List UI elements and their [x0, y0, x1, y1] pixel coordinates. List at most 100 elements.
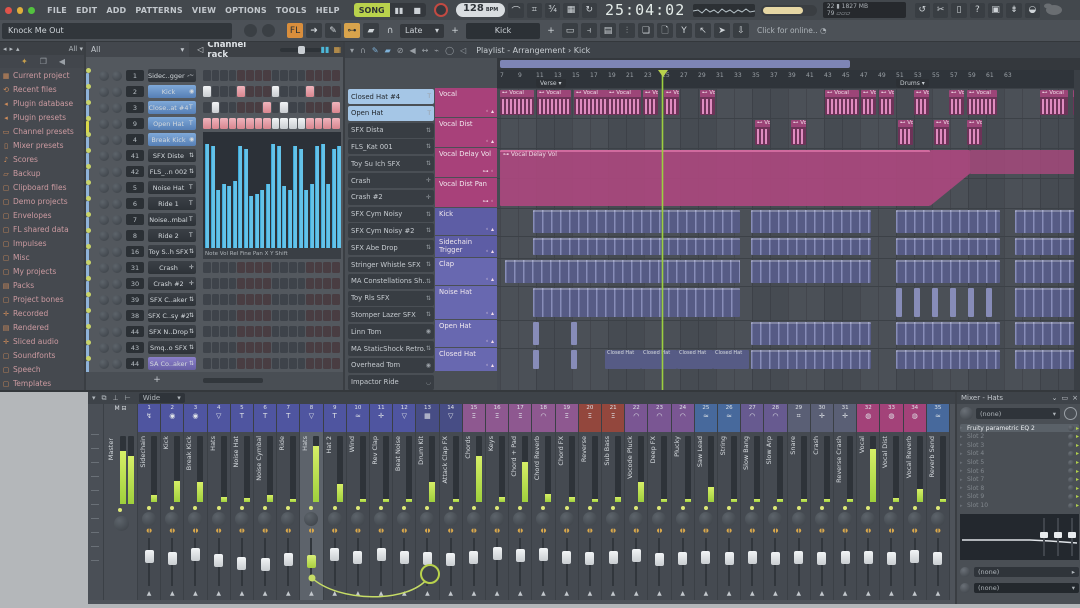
step-cell[interactable] [332, 310, 340, 321]
step-cell[interactable] [280, 278, 288, 289]
mixer-strip-ride[interactable]: 7TRide◖◗▲ [277, 404, 300, 600]
strip-knob[interactable] [351, 512, 365, 526]
volume-knob[interactable] [112, 199, 122, 209]
strip-led[interactable] [263, 506, 267, 510]
channel-button-break-kick[interactable]: Break Kick◉ [148, 133, 196, 146]
pointer-icon[interactable]: ➜ [306, 23, 322, 38]
strip-knob[interactable] [745, 512, 759, 526]
fader-handle[interactable] [446, 553, 455, 566]
track-header-vocal-dist-pan[interactable]: Vocal Dist Pan⊶ ◦ [435, 178, 497, 207]
pattern-clip[interactable] [533, 322, 539, 345]
stereo-sep-icon[interactable]: ◖◗ [579, 528, 601, 534]
slot-enable-icon[interactable]: ▸ [1076, 425, 1079, 432]
step-cell[interactable] [237, 70, 245, 81]
slot-knob[interactable] [1068, 425, 1074, 431]
strip-header[interactable]: 29⌗ [788, 404, 810, 432]
browser-item-plugin-database[interactable]: ◂Plugin database [2, 97, 82, 110]
channel-number[interactable]: 31 [126, 262, 144, 273]
fader-handle[interactable] [539, 548, 548, 561]
step-cell[interactable] [237, 86, 245, 97]
piano-roll-icon[interactable]: ⫞ [581, 23, 597, 38]
performance-icon[interactable]: ➤ [714, 23, 730, 38]
mixer-strip-vocode-pluck[interactable]: 22◠Vocode Pluck◖◗▲ [625, 404, 648, 600]
step-cell[interactable] [323, 294, 331, 305]
snap-toggle-icon[interactable]: ∩ [382, 23, 398, 38]
route-arrow-icon[interactable]: ▲ [672, 590, 694, 597]
mixer-strip-drum-kit[interactable]: 13▦Drum Kit◖◗▲ [416, 404, 439, 600]
fx-slot-2[interactable]: ▸Slot 2▸ [960, 433, 1079, 441]
slot-enable-icon[interactable]: ▸ [1076, 450, 1079, 457]
fx-detach-icon[interactable]: ▭ [1062, 394, 1069, 402]
browser-item-backup[interactable]: ▱Backup [2, 167, 82, 180]
mixer-strip-string[interactable]: 26≈String◖◗▲ [718, 404, 741, 600]
fx-slot-5[interactable]: ▸Slot 5▸ [960, 458, 1079, 466]
graph-target-labels[interactable]: Note Vol Rel Fine Pan X Y Shift [203, 248, 341, 259]
step-cell[interactable] [315, 310, 323, 321]
stereo-sep-icon[interactable]: ◖◗ [440, 528, 462, 534]
mixer-strip-sidechain[interactable]: 1↯Sidechain◖◗▲ [138, 404, 161, 600]
menu-file[interactable]: FILE [47, 6, 67, 15]
step-cell[interactable] [306, 102, 314, 113]
channel-number[interactable]: 30 [126, 278, 144, 289]
route-arrow-icon[interactable]: ▲ [741, 590, 763, 597]
fader-handle[interactable] [933, 552, 942, 565]
strip-led[interactable] [217, 506, 221, 510]
stereo-sep-icon[interactable]: ◖◗ [161, 528, 183, 534]
mixer-strip-vocal-reverb[interactable]: 34◍Vocal Reverb◖◗▲ [904, 404, 927, 600]
browser-item-sliced-audio[interactable]: ✛Sliced audio [2, 335, 82, 348]
picker-item-toy-su-ich-sfx[interactable]: Toy Su Ich SFX⇅ [348, 156, 434, 171]
strip-header[interactable]: 26≈ [718, 404, 740, 432]
mixer-menu-icon[interactable]: ▾ [92, 394, 96, 402]
channel-button-smq-o-sfx[interactable]: Smq..o SFX⇅ [148, 341, 196, 354]
velocity-bar[interactable] [299, 149, 303, 259]
mixer-strip-reverb-send[interactable]: 35≈Reverb Send◖◗▲ [927, 404, 950, 600]
strip-header[interactable]: 11✛ [370, 404, 392, 432]
fader-handle[interactable] [632, 549, 641, 562]
step-cell[interactable] [246, 358, 254, 369]
track-widget-icon[interactable]: ◦ ▴ [486, 226, 494, 233]
mixer-strip-kick[interactable]: 2◉Kick◖◗▲ [161, 404, 184, 600]
fader-handle[interactable] [168, 552, 177, 565]
mixer-strip-hats[interactable]: 4▽Hats◖◗▲ [208, 404, 231, 600]
rack-speaker-icon[interactable]: ◁ [197, 45, 203, 54]
audio-clip[interactable]: ⊷ Vocal [500, 90, 534, 115]
browser-item-recorded[interactable]: ✛Recorded [2, 307, 82, 320]
mixer-strip-noise-hat[interactable]: 5TNoise Hat◖◗▲ [231, 404, 254, 600]
channel-button-sfx-n-drop[interactable]: SFX N..Drop⇅ [148, 325, 196, 338]
step-cell[interactable] [203, 102, 211, 113]
rack-keys-toggle-icon[interactable]: ▦ [333, 45, 341, 54]
strip-led[interactable] [936, 506, 940, 510]
step-cell[interactable] [272, 294, 280, 305]
stereo-sep-icon[interactable]: ◖◗ [672, 528, 694, 534]
step-cell[interactable] [272, 278, 280, 289]
step-cell[interactable] [203, 342, 211, 353]
channel-button-toy-s-h-sfx[interactable]: Toy S..h SFX⇅ [148, 245, 196, 258]
fader-handle[interactable] [864, 551, 873, 564]
volume-knob[interactable] [112, 247, 122, 257]
mixer-strip-chord-fx[interactable]: 19ΞChord FX◖◗▲ [556, 404, 579, 600]
magnet-icon[interactable]: ∩ [360, 46, 366, 55]
metronome-icon[interactable]: ⌒ [508, 3, 523, 18]
strip-header[interactable]: 35≈ [927, 404, 949, 432]
pattern-clip-band[interactable] [896, 322, 1000, 345]
step-cell[interactable] [280, 358, 288, 369]
pattern-clip[interactable] [533, 350, 539, 369]
picker-item-open-hat[interactable]: Open HatT [348, 106, 434, 121]
picker-item-toy-rls-sfx[interactable]: Toy Rls SFX⇅ [348, 291, 434, 306]
strip-knob[interactable] [374, 512, 388, 526]
stereo-sep-icon[interactable]: ◖◗ [277, 528, 299, 534]
step-cell[interactable] [280, 310, 288, 321]
strip-knob[interactable] [652, 512, 666, 526]
strip-header[interactable]: 16Ξ [486, 404, 508, 432]
strip-header[interactable]: 4▽ [208, 404, 230, 432]
velocity-bar[interactable] [205, 144, 209, 259]
step-cell[interactable] [280, 342, 288, 353]
step-cell[interactable] [332, 86, 340, 97]
step-cell[interactable] [212, 118, 220, 129]
slot-knob[interactable] [1068, 494, 1074, 500]
step-cell[interactable] [306, 118, 314, 129]
picker-item-stringer-whistle-sfx[interactable]: Stringer Whistle SFX⇅ [348, 257, 434, 272]
mixer-strip-slow-bang[interactable]: 27◠Slow Bang◖◗▲ [741, 404, 764, 600]
fader-handle[interactable] [817, 552, 826, 565]
slot-enable-icon[interactable]: ▸ [1076, 502, 1079, 509]
